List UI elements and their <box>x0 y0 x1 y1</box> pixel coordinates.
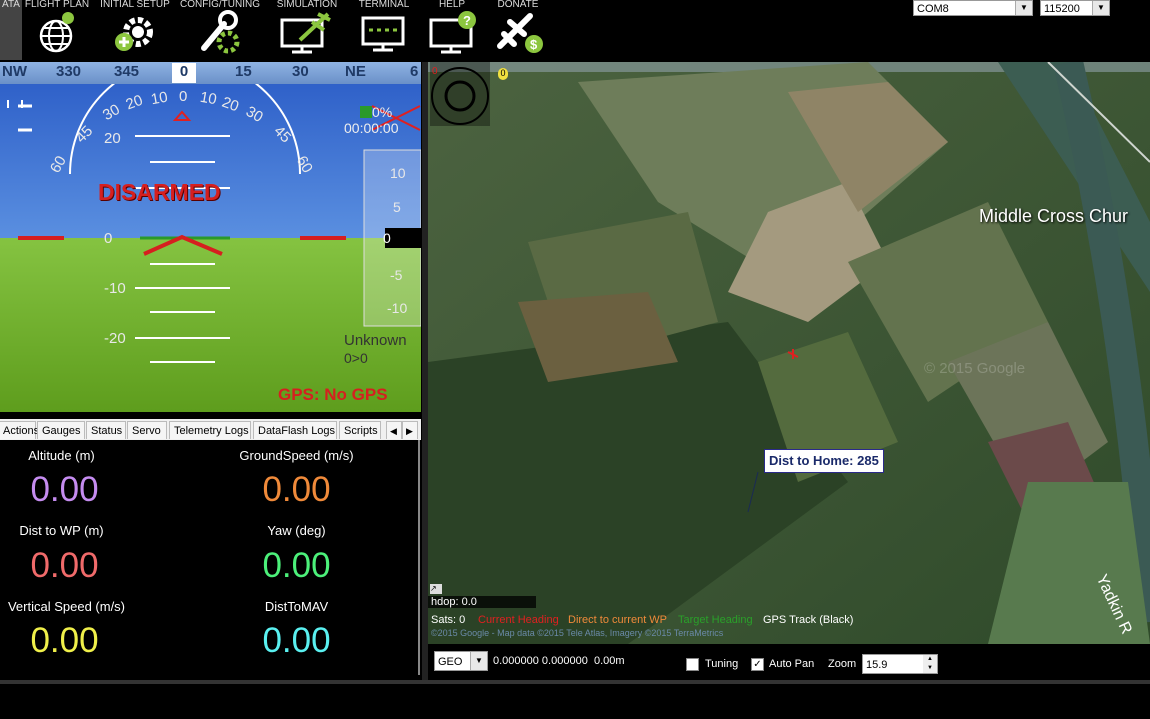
toolbar-simulation-button[interactable]: SIMULATION <box>272 0 342 60</box>
coord-type-select[interactable]: GEO ▼ <box>434 651 488 671</box>
pitch-label: -10 <box>104 280 126 297</box>
baud-rate-select[interactable]: 115200 ▼ <box>1040 0 1110 16</box>
map-place-label: Middle Cross Chur <box>979 206 1129 226</box>
quick-view-panel: Altitude (m) 0.00 GroundSpeed (m/s) 0.00… <box>0 440 420 675</box>
tab-scroll-left-icon[interactable]: ◀ <box>386 421 402 439</box>
gps-status: GPS: No GPS <box>278 385 388 404</box>
tab-actions[interactable]: Actions <box>0 421 39 439</box>
flight-timer: 00:00:00 <box>344 120 399 136</box>
quick-value-yaw[interactable]: 0.00 <box>192 546 401 586</box>
tab-gauges[interactable]: Gauges <box>37 421 85 439</box>
tab-scripts[interactable]: Scripts <box>339 421 381 439</box>
pitch-label: -20 <box>104 330 126 347</box>
satellite-count: Sats: 0 <box>431 614 466 626</box>
legend-gps-track: GPS Track (Black) <box>763 614 854 626</box>
map-watermark: © 2015 Google <box>924 360 1026 377</box>
quick-label-groundspeed: GroundSpeed (m/s) <box>239 448 354 463</box>
toolbar-donate-button[interactable]: DONATE $ <box>490 0 546 60</box>
altitude-readout: 0.00m <box>594 655 625 667</box>
splitter[interactable] <box>422 62 428 682</box>
heading-indicator: 0 <box>172 63 196 83</box>
chevron-up-icon[interactable]: ▲ <box>923 655 937 664</box>
map-copyright: ©2015 Google - Map data ©2015 Tele Atlas… <box>431 628 724 638</box>
quick-value-vertical-speed[interactable]: 0.00 <box>0 621 169 661</box>
toolbar-initial-setup-button[interactable]: INITIAL SETUP <box>98 0 172 60</box>
monitor-plane-icon <box>280 12 331 54</box>
quick-value-groundspeed[interactable]: 0.00 <box>192 470 401 510</box>
map-scale-icon: ↗ <box>430 584 442 594</box>
flight-mode: Unknown <box>344 332 407 349</box>
tab-dataflash-logs[interactable]: DataFlash Logs <box>253 421 337 439</box>
quick-label-dist-to-wp: Dist to WP (m) <box>19 523 104 538</box>
waypoint-progress: 0>0 <box>344 350 368 366</box>
wrench-gear-icon <box>201 10 240 54</box>
toolbar-config-tuning-button[interactable]: CONFIG/TUNING <box>180 0 260 60</box>
toolbar-flight-plan-button[interactable]: FLIGHT PLAN <box>24 0 90 60</box>
quick-label-yaw: Yaw (deg) <box>267 523 326 538</box>
quick-value-dist-to-wp[interactable]: 0.00 <box>0 546 169 586</box>
tab-status[interactable]: Status <box>86 421 126 439</box>
heading-tape: NW 330 345 0 15 30 NE 6 <box>0 62 421 84</box>
quick-label-altitude: Altitude (m) <box>28 448 95 463</box>
tab-strip: Actions Gauges Status Servo Telemetry Lo… <box>0 419 421 440</box>
satellite-imagery <box>428 62 1150 644</box>
map-status-bar: GEO ▼ 0.000000 0.000000 0.00m Tuning ✓ A… <box>428 644 1150 680</box>
vertical-speed-value: 0 <box>383 230 391 246</box>
bottom-divider <box>0 680 1150 684</box>
auto-pan-checkbox[interactable]: ✓ <box>751 658 764 671</box>
tab-telemetry-logs[interactable]: Telemetry Logs <box>169 421 251 439</box>
globe-icon <box>39 12 74 53</box>
quick-label-vertical-speed: Vertical Speed (m/s) <box>7 599 126 614</box>
chevron-down-icon: ▼ <box>470 652 487 670</box>
gear-plus-icon <box>115 17 153 51</box>
tuning-label: Tuning <box>705 658 739 670</box>
chevron-down-icon[interactable]: ▼ <box>923 664 937 673</box>
toolbar-help-button[interactable]: HELP ? <box>424 0 480 60</box>
gimbal-circle-icon <box>431 67 489 125</box>
legend-current-heading: Current Heading <box>478 614 559 626</box>
zoom-stepper[interactable]: 15.9 ▲ ▼ <box>862 654 938 674</box>
toolbar-terminal-button[interactable]: TERMINAL <box>356 0 412 60</box>
tab-servo[interactable]: Servo <box>127 421 167 439</box>
coordinates-readout: 0.000000 0.000000 <box>493 655 588 667</box>
terminal-icon <box>361 16 405 52</box>
hdop-value: hdop: 0.0 <box>431 596 477 608</box>
zoom-label: Zoom <box>828 658 857 670</box>
quick-label-dist-to-mav: DistToMAV <box>264 599 329 614</box>
svg-text:$: $ <box>530 37 538 52</box>
monitor-help-icon: ? <box>429 11 476 54</box>
legend-target-heading: Target Heading <box>678 614 753 626</box>
battery-percent: 0% <box>372 104 393 120</box>
auto-pan-label: Auto Pan <box>769 658 815 670</box>
pitch-label: 20 <box>104 130 121 147</box>
chevron-down-icon: ▼ <box>1015 1 1032 15</box>
pitch-label: 0 <box>104 230 113 247</box>
main-toolbar: ATA FLIGHT PLAN INITIAL SETUP CONFIG/TUN… <box>0 0 1150 60</box>
map-view[interactable]: 0 0 Middle Cross Chur Yadkin R © 2015 Go… <box>428 62 1150 644</box>
plane-dollar-icon: $ <box>497 13 543 53</box>
quick-value-dist-to-mav[interactable]: 0.00 <box>192 621 401 661</box>
com-port-select[interactable]: COM8 ▼ <box>913 0 1033 16</box>
legend-direct-to-wp: Direct to current WP <box>568 614 668 626</box>
dist-to-home-label: Dist to Home: 285 <box>764 449 884 473</box>
tuning-checkbox[interactable] <box>686 658 699 671</box>
map-zoom-control[interactable] <box>430 62 490 126</box>
quick-value-altitude[interactable]: 0.00 <box>0 470 169 510</box>
chevron-down-icon: ▼ <box>1092 1 1109 15</box>
svg-text:?: ? <box>463 13 471 28</box>
toolbar-data-button[interactable]: ATA <box>0 0 22 60</box>
arm-status: DISARMED <box>98 179 221 205</box>
tab-scroll-right-icon[interactable]: ▶ <box>402 421 418 439</box>
